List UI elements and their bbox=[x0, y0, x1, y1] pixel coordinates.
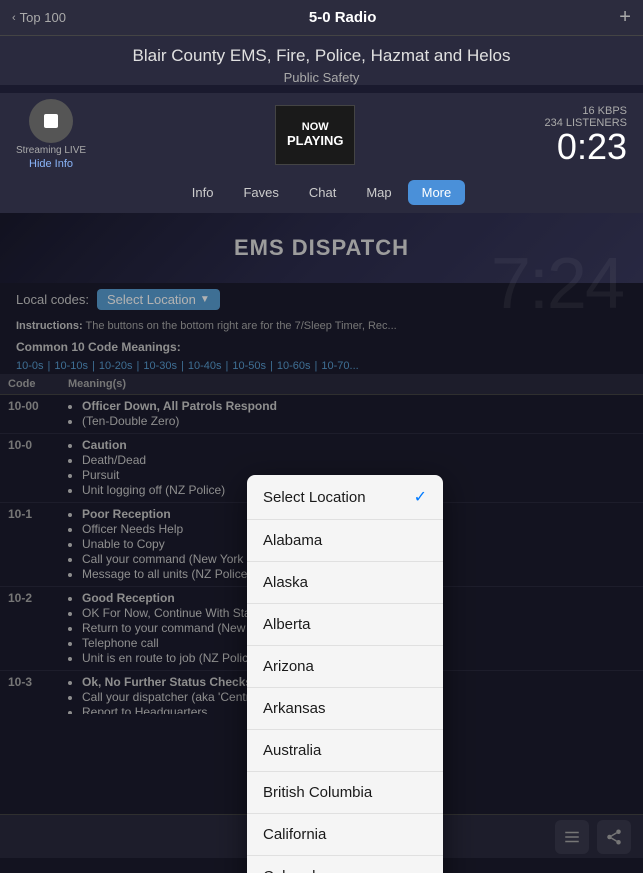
player-stats: 16 KBPS 234 LISTENERS 0:23 bbox=[544, 105, 627, 165]
channel-name: EMS DISPATCH bbox=[234, 235, 409, 261]
list-icon bbox=[563, 828, 581, 846]
codes-tab-3[interactable]: 10-30s bbox=[143, 360, 177, 372]
dropdown-item-label: British Columbia bbox=[263, 784, 372, 801]
table-row: 10-00Officer Down, All Patrols Respond(T… bbox=[0, 395, 643, 434]
code-cell: 10-00 bbox=[0, 395, 60, 434]
select-location-label: Select Location bbox=[107, 292, 196, 307]
dropdown-item[interactable]: Select Location ✓ bbox=[247, 475, 443, 520]
player-row: Streaming LIVE Hide Info NOW PLAYING 16 … bbox=[0, 93, 643, 176]
dropdown-item-label: Colorado bbox=[263, 868, 324, 873]
col-header-meaning: Meaning(s) bbox=[60, 374, 643, 395]
meaning-item: Caution bbox=[82, 438, 635, 452]
codes-tab-7[interactable]: 10-70... bbox=[321, 360, 358, 372]
dropdown-item-label: Alabama bbox=[263, 532, 322, 549]
list-button[interactable] bbox=[555, 820, 589, 854]
station-category: Public Safety bbox=[16, 70, 627, 85]
tab-chat[interactable]: Chat bbox=[295, 180, 350, 205]
play-button[interactable] bbox=[29, 99, 73, 143]
hide-info-button[interactable]: Hide Info bbox=[29, 158, 73, 170]
dropdown-item[interactable]: Arizona bbox=[247, 646, 443, 688]
dropdown-item-label: Arkansas bbox=[263, 700, 326, 717]
codes-tab-2[interactable]: 10-20s bbox=[99, 360, 133, 372]
checkmark-icon: ✓ bbox=[414, 487, 427, 507]
player-controls: Streaming LIVE Hide Info bbox=[16, 99, 86, 170]
dropdown-item-label: Arizona bbox=[263, 658, 314, 675]
dropdown-item-label: Select Location bbox=[263, 489, 366, 506]
dropdown-item[interactable]: Alberta bbox=[247, 604, 443, 646]
top-bar: ‹ Top 100 5-0 Radio + bbox=[0, 0, 643, 36]
codes-tab-6[interactable]: 10-60s bbox=[277, 360, 311, 372]
local-codes-bar: Local codes: Select Location ▼ bbox=[0, 283, 643, 316]
now-playing-text2: PLAYING bbox=[287, 133, 344, 148]
dropdown-item[interactable]: Alaska bbox=[247, 562, 443, 604]
share-button[interactable] bbox=[597, 820, 631, 854]
code-cell: 10-0 bbox=[0, 434, 60, 503]
now-playing-text1: NOW bbox=[302, 121, 329, 133]
tab-more[interactable]: More bbox=[408, 180, 466, 205]
dropdown-item[interactable]: Australia bbox=[247, 730, 443, 772]
back-button[interactable]: ‹ Top 100 bbox=[12, 10, 66, 25]
dropdown-item-label: Alberta bbox=[263, 616, 311, 633]
tab-faves[interactable]: Faves bbox=[229, 180, 292, 205]
codes-tab-0[interactable]: 10-0s bbox=[16, 360, 44, 372]
chevron-down-icon: ▼ bbox=[200, 294, 210, 305]
dropdown-item[interactable]: British Columbia bbox=[247, 772, 443, 814]
local-codes-label: Local codes: bbox=[16, 292, 89, 307]
meaning-cell: Officer Down, All Patrols Respond(Ten-Do… bbox=[60, 395, 643, 434]
station-header: Blair County EMS, Fire, Police, Hazmat a… bbox=[0, 36, 643, 85]
instructions-label: Instructions: bbox=[16, 320, 83, 332]
streaming-label: Streaming LIVE bbox=[16, 145, 86, 156]
code-cell: 10-3 bbox=[0, 671, 60, 715]
dropdown-item-label: Alaska bbox=[263, 574, 308, 591]
codes-header: Common 10 Code Meanings: bbox=[0, 336, 643, 358]
tabs-row: Info Faves Chat Map More bbox=[0, 176, 643, 213]
codes-tab-1[interactable]: 10-10s bbox=[54, 360, 88, 372]
instructions-detail: The buttons on the bottom right are for … bbox=[85, 320, 396, 332]
page-title: 5-0 Radio bbox=[309, 9, 377, 26]
dropdown-item[interactable]: Alabama bbox=[247, 520, 443, 562]
back-label: Top 100 bbox=[20, 10, 66, 25]
col-header-code: Code bbox=[0, 374, 60, 395]
code-cell: 10-2 bbox=[0, 587, 60, 671]
bitrate-label: 16 KBPS bbox=[544, 105, 627, 117]
meaning-item: Death/Dead bbox=[82, 453, 635, 467]
meaning-item: (Ten-Double Zero) bbox=[82, 414, 635, 428]
dropdown-item-label: California bbox=[263, 826, 326, 843]
main-content: EMS DISPATCH Local codes: Select Locatio… bbox=[0, 213, 643, 873]
codes-tab-4[interactable]: 10-40s bbox=[188, 360, 222, 372]
tab-map[interactable]: Map bbox=[352, 180, 405, 205]
dropdown-item[interactable]: California bbox=[247, 814, 443, 856]
codes-tab-5[interactable]: 10-50s bbox=[232, 360, 266, 372]
tab-info[interactable]: Info bbox=[178, 180, 228, 205]
codes-tabs: 10-0s | 10-10s | 10-20s | 10-30s | 10-40… bbox=[0, 358, 643, 374]
meaning-item: Officer Down, All Patrols Respond bbox=[82, 399, 635, 413]
select-location-button[interactable]: Select Location ▼ bbox=[97, 289, 220, 310]
channel-banner: EMS DISPATCH bbox=[0, 213, 643, 283]
station-title: Blair County EMS, Fire, Police, Hazmat a… bbox=[16, 46, 627, 66]
timer-display: 0:23 bbox=[544, 129, 627, 165]
code-cell: 10-1 bbox=[0, 503, 60, 587]
now-playing-box: NOW PLAYING bbox=[275, 105, 355, 165]
stop-icon bbox=[44, 114, 58, 128]
dropdown-item[interactable]: Arkansas bbox=[247, 688, 443, 730]
dropdown-item-label: Australia bbox=[263, 742, 321, 759]
location-dropdown[interactable]: Select Location ✓ Alabama Alaska Alberta Ariz… bbox=[247, 475, 443, 873]
share-icon bbox=[605, 828, 623, 846]
chevron-left-icon: ‹ bbox=[12, 12, 16, 24]
dropdown-item[interactable]: Colorado bbox=[247, 856, 443, 873]
instructions: Instructions: The buttons on the bottom … bbox=[0, 316, 643, 336]
add-button[interactable]: + bbox=[619, 6, 631, 29]
